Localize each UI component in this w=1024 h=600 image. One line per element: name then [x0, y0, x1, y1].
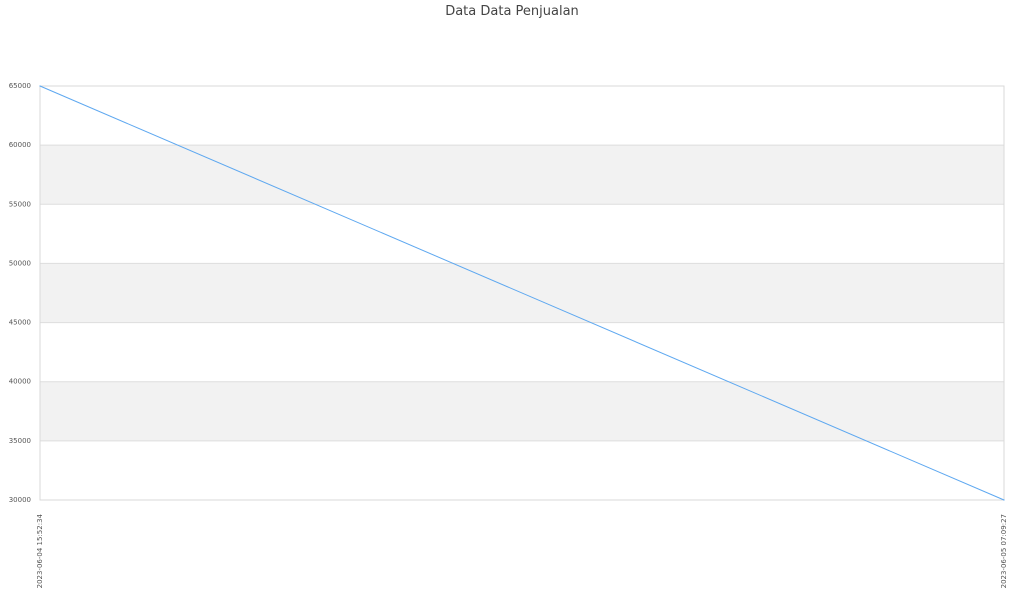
- y-tick-label: 45000: [9, 319, 31, 327]
- x-axis-ticks: 2023-06-04 15:52:34 2023-06-05 07:09:27: [36, 513, 1008, 588]
- y-tick-label: 40000: [9, 378, 31, 386]
- y-axis-ticks: 30000 35000 40000 45000 50000 55000 60000 65000: [9, 82, 31, 504]
- data-point: [39, 85, 41, 87]
- y-tick-label: 30000: [9, 496, 31, 504]
- y-tick-label: 60000: [9, 141, 31, 149]
- y-tick-label: 50000: [9, 259, 31, 267]
- x-tick-label: 2023-06-04 15:52:34: [36, 513, 44, 588]
- x-tick-label: 2023-06-05 07:09:27: [1000, 514, 1008, 588]
- y-tick-label: 35000: [9, 437, 31, 445]
- y-tick-label: 65000: [9, 82, 31, 90]
- line-chart: 30000 35000 40000 45000 50000 55000 60000 65000…: [9, 82, 1008, 588]
- data-point: [1003, 499, 1005, 501]
- y-tick-label: 55000: [9, 200, 31, 208]
- plot-band: [40, 145, 1004, 205]
- plot-band: [40, 381, 1004, 441]
